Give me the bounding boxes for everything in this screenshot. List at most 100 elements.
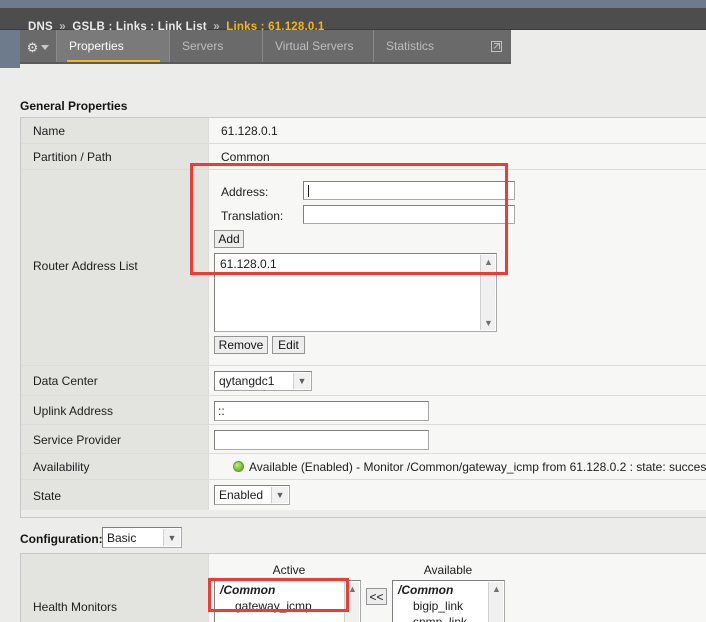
chevron-down-icon[interactable]: ▼ <box>271 487 288 503</box>
scroll-up-icon[interactable]: ▲ <box>489 582 504 596</box>
address-input[interactable] <box>303 181 515 200</box>
active-listbox-scrollbar[interactable]: ▲ <box>344 582 359 622</box>
row-service-provider-label: Service Provider <box>33 433 122 447</box>
scroll-up-icon[interactable]: ▲ <box>481 255 496 269</box>
tab-menu-gear-button[interactable]: ⚙ <box>20 30 57 64</box>
available-monitors-listbox[interactable]: /Common bigip_link snmp_link ▲ <box>392 580 505 622</box>
move-to-active-button-label: << <box>369 589 384 604</box>
chevron-down-icon <box>41 44 50 50</box>
row-service-provider-value-cell <box>210 425 706 453</box>
row-state: State Enabled ▼ <box>21 480 706 510</box>
row-data-center-label-cell: Data Center <box>21 366 209 395</box>
available-listbox-scrollbar[interactable]: ▲ <box>488 582 503 622</box>
gear-icon: ⚙ <box>26 39 39 55</box>
router-address-listbox[interactable]: 61.128.0.1 ▲ ▼ <box>214 253 497 332</box>
state-select[interactable]: Enabled ▼ <box>214 485 290 505</box>
list-item[interactable]: 61.128.0.1 <box>215 254 496 271</box>
row-partition-label-cell: Partition / Path <box>21 144 209 169</box>
tab-properties[interactable]: Properties <box>57 30 170 64</box>
list-item[interactable]: gateway_icmp <box>215 597 360 613</box>
configuration-label: Configuration: <box>20 532 103 546</box>
uplink-address-input-value: :: <box>218 404 225 418</box>
translation-field-label: Translation: <box>221 209 284 223</box>
row-router-address-list-value-cell: Address: Translation: Add 61.128.0.1 ▲ ▼… <box>210 170 706 365</box>
row-partition-value: Common <box>221 150 270 164</box>
row-router-address-list-label: Router Address List <box>33 259 138 273</box>
row-state-value-cell: Enabled ▼ <box>210 480 706 510</box>
tab-virtual-servers[interactable]: Virtual Servers <box>263 30 374 64</box>
tab-servers[interactable]: Servers <box>170 30 263 64</box>
row-service-provider: Service Provider <box>21 425 706 454</box>
active-monitors-listbox[interactable]: /Common gateway_icmp ▲ <box>214 580 361 622</box>
row-router-address-list: Router Address List Address: Translation… <box>21 170 706 366</box>
row-name-label: Name <box>33 124 66 138</box>
data-center-select[interactable]: qytangdc1 ▼ <box>214 371 312 391</box>
scroll-down-icon[interactable]: ▼ <box>481 316 496 330</box>
row-uplink-address-label-cell: Uplink Address <box>21 396 209 424</box>
external-link-icon[interactable] <box>491 41 502 52</box>
tab-statistics-label: Statistics <box>386 39 435 53</box>
state-select-value: Enabled <box>219 488 264 502</box>
row-availability-value-cell: Available (Enabled) - Monitor /Common/ga… <box>210 454 706 479</box>
chevron-down-icon[interactable]: ▼ <box>293 373 310 389</box>
row-availability-label-cell: Availability <box>21 454 209 479</box>
row-partition-label: Partition / Path <box>33 150 112 164</box>
row-name-label-cell: Name <box>21 118 209 143</box>
row-service-provider-label-cell: Service Provider <box>21 425 209 453</box>
row-name: Name 61.128.0.1 <box>21 118 706 144</box>
row-health-monitors: Health Monitors Active Available /Common… <box>21 554 706 622</box>
row-health-monitors-label-cell: Health Monitors <box>21 554 209 622</box>
available-column-header: Available <box>423 563 473 577</box>
row-availability: Availability Available (Enabled) - Monit… <box>21 454 706 480</box>
row-state-label: State <box>33 489 62 503</box>
service-provider-input[interactable] <box>214 430 429 450</box>
tab-servers-label: Servers <box>182 39 224 53</box>
active-column-header: Active <box>272 563 306 577</box>
top-band <box>0 0 706 8</box>
row-state-label-cell: State <box>21 480 209 510</box>
data-center-select-value: qytangdc1 <box>219 374 275 388</box>
row-name-value: 61.128.0.1 <box>221 124 278 138</box>
tab-strip-filler <box>511 30 706 64</box>
green-circle-icon <box>233 461 244 472</box>
tab-properties-label: Properties <box>69 39 124 53</box>
row-health-monitors-value-cell: Active Available /Common gateway_icmp ▲ … <box>210 554 706 622</box>
tab-virtual-servers-label: Virtual Servers <box>275 39 354 53</box>
row-data-center-label: Data Center <box>33 374 98 388</box>
add-button[interactable]: Add <box>214 230 244 248</box>
row-uplink-address-value-cell: :: <box>210 396 706 424</box>
row-uplink-address: Uplink Address :: <box>21 396 706 425</box>
edit-button-label: Edit <box>278 338 299 352</box>
breadcrumb-bar: DNS » GSLB : Links : Link List » Links :… <box>0 8 706 33</box>
row-data-center: Data Center qytangdc1 ▼ <box>21 366 706 396</box>
general-properties-panel: Name 61.128.0.1 Partition / Path Common … <box>20 117 706 518</box>
tab-statistics[interactable]: Statistics <box>374 30 511 64</box>
listbox-scrollbar[interactable]: ▲ ▼ <box>480 255 495 330</box>
row-health-monitors-label: Health Monitors <box>33 600 118 614</box>
edit-button[interactable]: Edit <box>272 336 305 354</box>
general-properties-title: General Properties <box>20 99 128 113</box>
move-to-active-button[interactable]: << <box>366 588 387 605</box>
row-data-center-value-cell: qytangdc1 ▼ <box>210 366 706 395</box>
row-partition: Partition / Path Common <box>21 144 706 170</box>
row-router-address-list-label-cell: Router Address List <box>21 170 209 365</box>
configuration-select[interactable]: Basic ▼ <box>102 527 182 548</box>
text-cursor <box>308 185 309 197</box>
scroll-up-icon[interactable]: ▲ <box>345 582 360 596</box>
row-uplink-address-label: Uplink Address <box>33 404 114 418</box>
tab-strip-underline <box>20 62 511 64</box>
address-field-label: Address: <box>221 185 269 199</box>
page-root: DNS » GSLB : Links : Link List » Links :… <box>0 0 706 622</box>
translation-input[interactable] <box>303 205 515 224</box>
add-button-label: Add <box>218 232 240 246</box>
chevron-down-icon[interactable]: ▼ <box>163 529 180 546</box>
availability-status-text: Available (Enabled) - Monitor /Common/ga… <box>249 460 706 474</box>
configuration-panel: Health Monitors Active Available /Common… <box>20 553 706 622</box>
row-partition-value-cell: Common <box>210 144 706 169</box>
row-name-value-cell: 61.128.0.1 <box>210 118 706 143</box>
list-item[interactable]: /Common <box>215 581 360 597</box>
uplink-address-input[interactable]: :: <box>214 401 429 421</box>
remove-button-label: Remove <box>218 338 264 352</box>
remove-button[interactable]: Remove <box>214 336 268 354</box>
tab-strip: ⚙ Properties Servers Virtual Servers Sta… <box>20 30 511 64</box>
